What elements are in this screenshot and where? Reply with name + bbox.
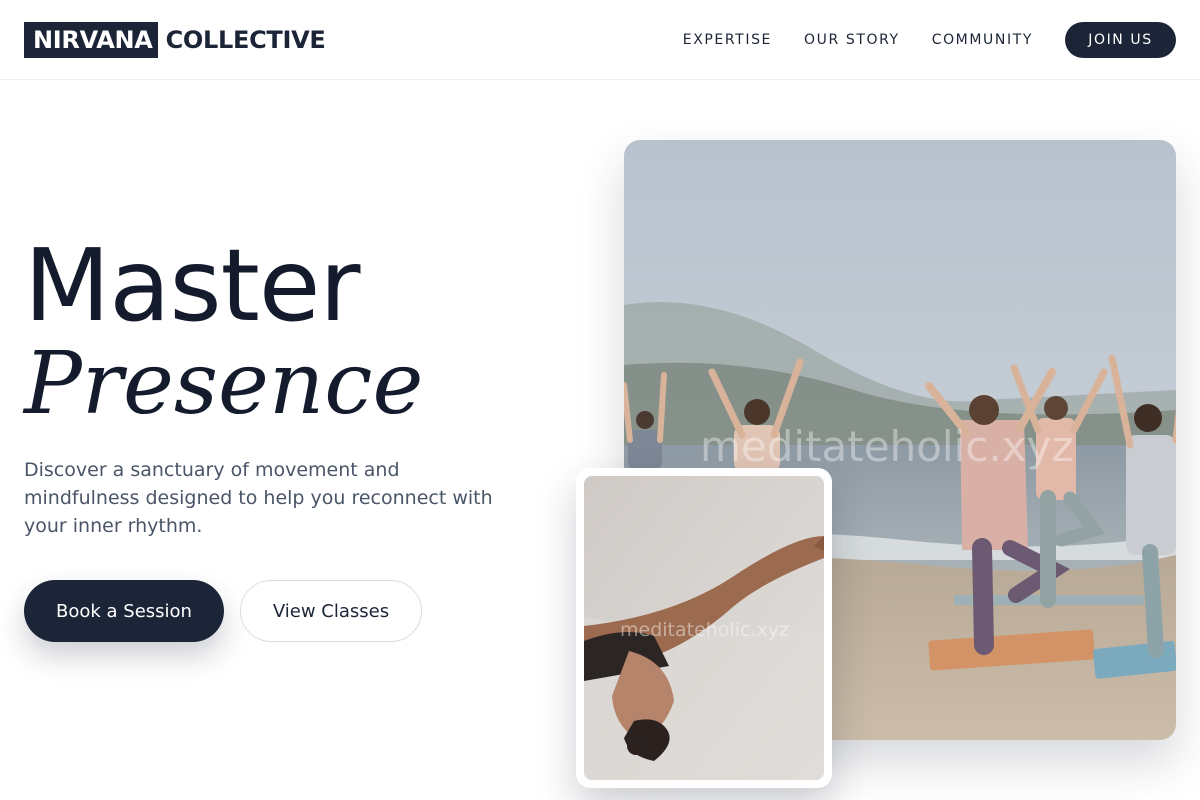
join-us-button[interactable]: JOIN US [1065, 22, 1176, 58]
hero-description: Discover a sanctuary of movement and min… [24, 459, 493, 537]
hero-title-line2: Presence [24, 334, 424, 434]
brand-logo-word: COLLECTIVE [165, 26, 326, 54]
nav-links: EXPERTISE OUR STORY COMMUNITY JOIN US [651, 22, 1176, 58]
book-session-button[interactable]: Book a Session [24, 580, 224, 642]
nav-link-community[interactable]: COMMUNITY [932, 32, 1033, 48]
brand-logo-box: NIRVANA [24, 22, 158, 58]
navbar: NIRVANA COLLECTIVE EXPERTISE OUR STORY C… [0, 0, 1200, 80]
hero-title: Master Presence [24, 227, 424, 434]
nav-link-our-story[interactable]: OUR STORY [804, 32, 900, 48]
hero-inset-image [584, 476, 824, 780]
view-classes-button[interactable]: View Classes [240, 580, 422, 642]
hero-title-line1: Master [24, 227, 361, 344]
nav-link-expertise[interactable]: EXPERTISE [683, 32, 772, 48]
brand-logo[interactable]: NIRVANA COLLECTIVE [24, 22, 326, 58]
hero-inset-frame [576, 468, 832, 788]
